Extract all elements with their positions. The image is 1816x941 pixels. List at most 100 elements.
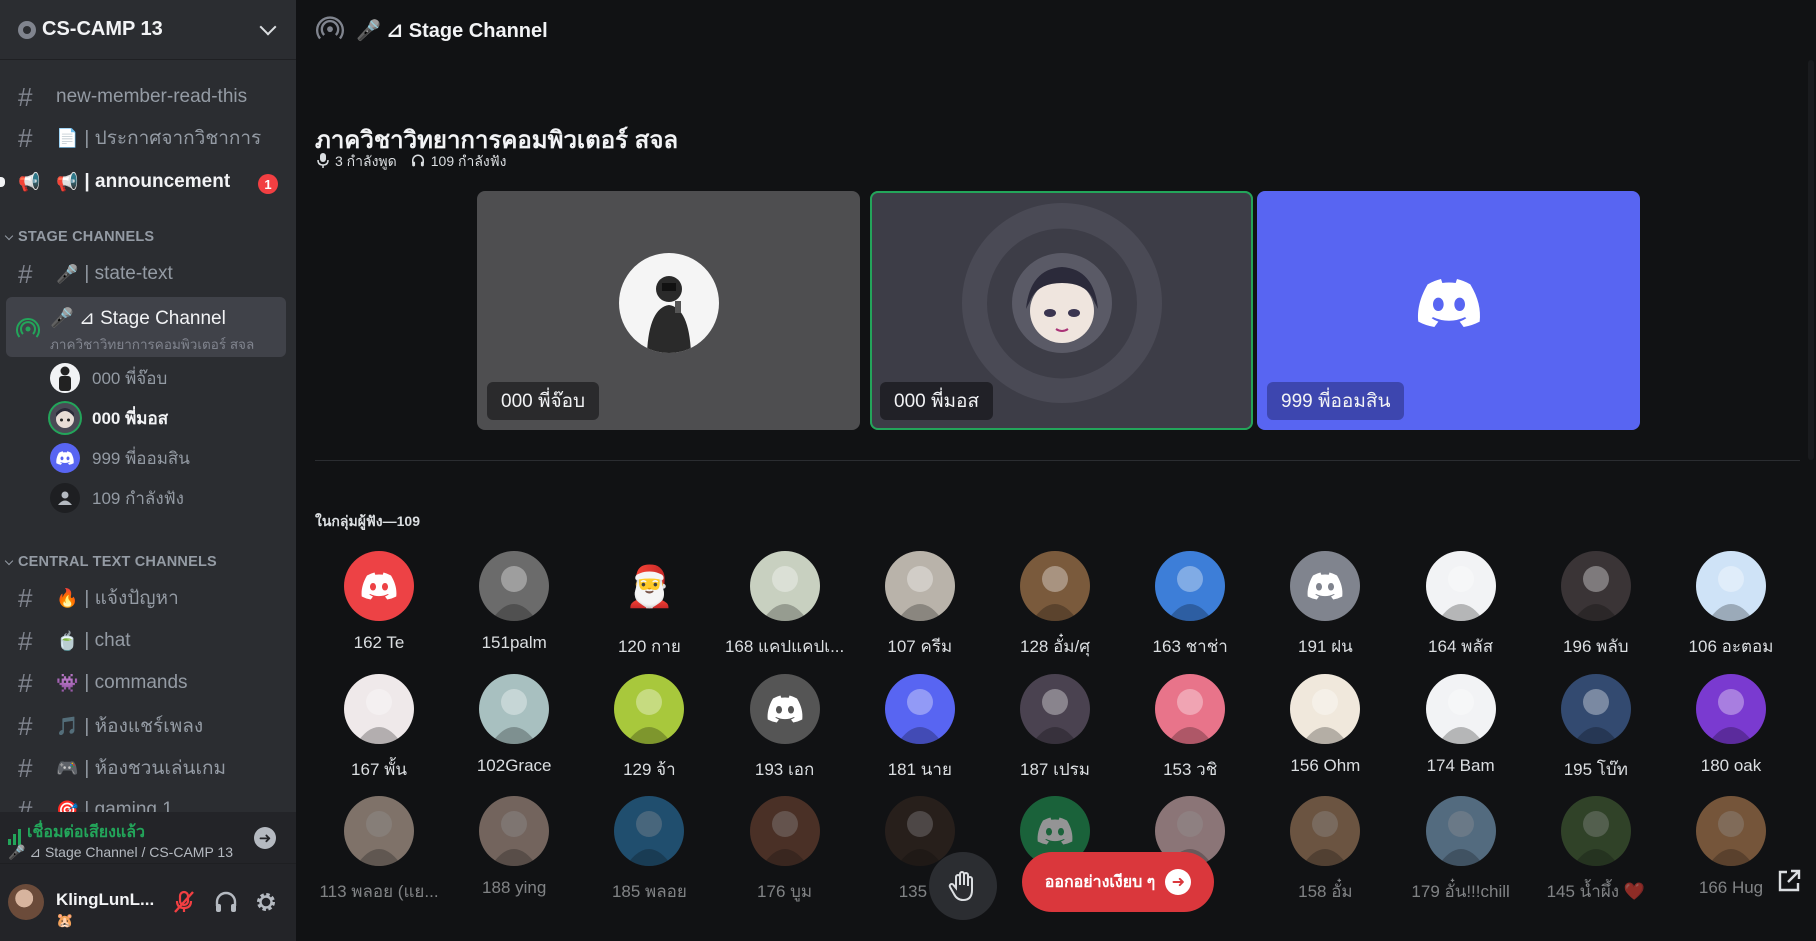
server-header[interactable]: CS-CAMP 13 (0, 0, 296, 60)
channel-state-text[interactable]: # 🎤 | state-text (8, 256, 286, 292)
avatar (1290, 796, 1361, 866)
channel-announcement[interactable]: 📢 📢 | announcement 1 (0, 164, 286, 200)
avatar (50, 443, 80, 473)
voice-user[interactable]: 000 พี่มอส (50, 401, 168, 435)
audience-member[interactable]: 156 Ohm (1261, 674, 1389, 784)
user-status-emoji: 🐹 (56, 912, 74, 928)
speaker-tile-speaking[interactable]: 000 พี่มอส (870, 191, 1253, 430)
avatar (1290, 674, 1361, 744)
audience-member-name: 168 แคปแคปเ... (724, 637, 845, 656)
audience-member[interactable]: 129 จ้า (585, 674, 713, 784)
raise-hand-button[interactable] (929, 852, 997, 920)
listening-count: 109 กำลังฟัง (430, 153, 507, 169)
voice-user-name: 000 พี่มอส (92, 408, 169, 428)
audience-member[interactable]: 193 เอก (721, 674, 849, 784)
username[interactable]: KlingLunL... (56, 890, 154, 910)
audience-member[interactable]: 187 เปรม (991, 674, 1119, 784)
speaker-avatar (1011, 252, 1112, 353)
audience-member-name: 174 Bam (1426, 756, 1495, 775)
speaker-tile[interactable]: 000 พี่จ๊อบ (477, 191, 860, 430)
avatar (1696, 674, 1766, 744)
audience-member-name: 106 อะตอม (1688, 637, 1774, 656)
audience-member[interactable]: 176 บูม (721, 796, 849, 906)
channel-new-member-read-this[interactable]: # new-member-read-this (8, 79, 286, 115)
document-icon: 📄 (56, 127, 79, 148)
mic-muted-icon (174, 890, 194, 913)
audience-member[interactable]: 153 วชิ (1126, 674, 1254, 784)
user-avatar[interactable] (8, 884, 44, 920)
audience-member[interactable]: 164 พลัส (1397, 551, 1525, 661)
discord-logo-icon (1417, 278, 1480, 327)
listeners-count[interactable]: 109 กำลังฟัง (50, 481, 184, 515)
audience-member[interactable]: 167 พั้น (315, 674, 443, 784)
chevron-down-icon[interactable] (259, 18, 277, 35)
speaker-name: 999 พี่ออมสิน (1267, 382, 1405, 420)
mute-button[interactable] (168, 886, 200, 918)
scrollbar[interactable] (1808, 60, 1814, 460)
hash-icon: # (18, 122, 33, 153)
audience-member[interactable]: 163 ชาช่า (1126, 551, 1254, 661)
audience-member[interactable]: 191 ฝน (1261, 551, 1389, 661)
channel-chat[interactable]: # 🍵 | chat (8, 623, 286, 659)
unread-indicator (0, 177, 5, 187)
chevron-down-icon (4, 556, 14, 565)
hash-icon: # (18, 752, 33, 783)
audience-member[interactable]: 188 ying (450, 796, 578, 906)
channel-label: new-member-read-this (56, 86, 248, 107)
channel-announcements-academic[interactable]: # 📄 | ประกาศจากวิชาการ (8, 120, 286, 156)
audience-member[interactable]: 179 อั๋น!!!chill (1397, 796, 1525, 906)
tea-icon: 🍵 (56, 630, 79, 651)
leave-quietly-button[interactable]: ออกอย่างเงียบ ๆ ➜ (1022, 852, 1214, 912)
audience-member[interactable]: 162 Te (315, 551, 443, 661)
audience-member[interactable]: 185 พลอย (585, 796, 713, 906)
settings-button[interactable] (250, 886, 282, 918)
speaker-name: 000 พี่มอส (880, 382, 994, 420)
audience-member[interactable]: 196 พลับ (1532, 551, 1660, 661)
channel-label: | ห้องชวนเล่นเกม (84, 758, 227, 779)
audience-member[interactable]: 174 Bam (1397, 674, 1525, 784)
audience-member[interactable]: 145 น้ำผึ้ง ❤️ (1532, 796, 1660, 906)
microphone-icon (317, 153, 329, 171)
headphones-icon (215, 891, 237, 912)
audience-member-name: 163 ชาช่า (1152, 637, 1228, 656)
channel-commands[interactable]: # 👾 | commands (8, 665, 286, 701)
speaker-tile[interactable]: 999 พี่ออมสิน (1257, 191, 1640, 430)
voice-user[interactable]: 000 พี่จ๊อบ (50, 361, 167, 395)
voice-location[interactable]: 🎤 ⊿ Stage Channel / CS-CAMP 13 (8, 844, 233, 861)
active-stage-channel[interactable]: 🎤 ⊿ Stage Channel ภาควิชาวิทยาการคอมพิวเ… (6, 297, 286, 357)
voice-user[interactable]: 999 พี่ออมสิน (50, 441, 190, 475)
server-name: CS-CAMP 13 (42, 18, 163, 40)
audience-member[interactable]: 180 oak (1667, 674, 1795, 784)
category-central-text-channels[interactable]: CENTRAL TEXT CHANNELS (4, 554, 217, 570)
avatar (479, 551, 550, 621)
audience-member-name: 179 อั๋น!!!chill (1411, 882, 1510, 901)
category-stage-channels[interactable]: STAGE CHANNELS (4, 229, 154, 245)
avatar (1155, 551, 1226, 621)
raise-hand-icon (948, 871, 973, 902)
audience-member[interactable]: 158 อั๋ม (1261, 796, 1389, 906)
audience-member[interactable]: 168 แคปแคปเ... (721, 551, 849, 661)
stage-main-view: 🎤 ⊿ Stage Channel ภาควิชาวิทยาการคอมพิวเ… (296, 0, 1816, 941)
deafen-button[interactable] (210, 886, 242, 918)
audience-member[interactable]: 113 พลอย (แย... (315, 796, 443, 906)
popout-icon[interactable] (1776, 868, 1802, 899)
audience-member[interactable]: 128 อั๋ม/ศุ (991, 551, 1119, 661)
channel-share-music[interactable]: # 🎵 | ห้องแชร์เพลง (8, 708, 286, 744)
audience-member[interactable]: 106 อะตอม (1667, 551, 1795, 661)
audience-member[interactable]: 102Grace (450, 674, 578, 784)
megaphone-icon: 📢 (18, 171, 41, 192)
avatar (749, 551, 820, 621)
audience-member[interactable]: 107 ครีม (856, 551, 984, 661)
disconnect-button[interactable]: ➜ (254, 827, 276, 849)
audience-member[interactable]: 🎅 120 กาย (585, 551, 713, 661)
audience-member-name: 188 ying (482, 878, 547, 897)
audience-member[interactable]: 195 โบ๊ท (1532, 674, 1660, 784)
audience-member-name: 113 พลอย (แย... (319, 882, 439, 901)
audience-member[interactable]: 151palm (450, 551, 578, 661)
audience-member-name: 195 โบ๊ท (1563, 760, 1628, 779)
voice-status[interactable]: เชื่อมต่อเสียงแล้ว (8, 820, 145, 845)
gear-icon (257, 893, 275, 911)
audience-member[interactable]: 181 นาย (856, 674, 984, 784)
channel-game-invite[interactable]: # 🎮 | ห้องชวนเล่นเกม (8, 750, 286, 786)
channel-report-problem[interactable]: # 🔥 | แจ้งปัญหา (8, 580, 286, 616)
